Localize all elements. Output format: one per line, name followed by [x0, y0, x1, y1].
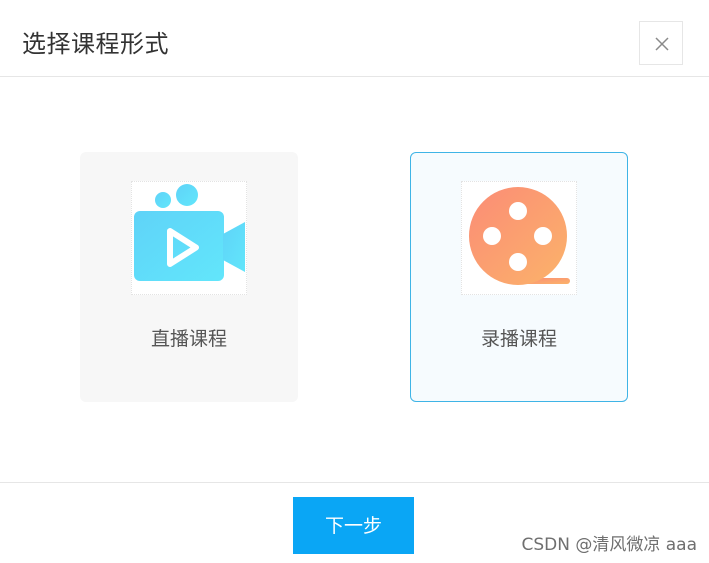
course-type-dialog: 选择课程形式 直播课程 录播课程 下一步 CSDN @清风微凉 aaa	[0, 0, 709, 563]
close-button[interactable]	[639, 21, 683, 65]
video-camera-icon	[134, 184, 245, 281]
recorded-course-icon-box	[461, 181, 577, 295]
close-icon	[655, 37, 669, 51]
live-course-icon-box	[131, 181, 247, 295]
footer-divider	[0, 482, 709, 483]
watermark-text: CSDN @清风微凉 aaa	[521, 535, 697, 555]
recorded-course-option[interactable]: 录播课程	[410, 152, 628, 402]
live-course-option[interactable]: 直播课程	[80, 152, 298, 402]
dialog-header: 选择课程形式	[0, 0, 709, 77]
live-course-label: 直播课程	[150, 328, 227, 350]
next-step-button[interactable]: 下一步	[293, 497, 414, 554]
recorded-course-label: 录播课程	[480, 328, 557, 350]
film-reel-icon	[469, 187, 570, 285]
dialog-title: 选择课程形式	[22, 30, 169, 58]
